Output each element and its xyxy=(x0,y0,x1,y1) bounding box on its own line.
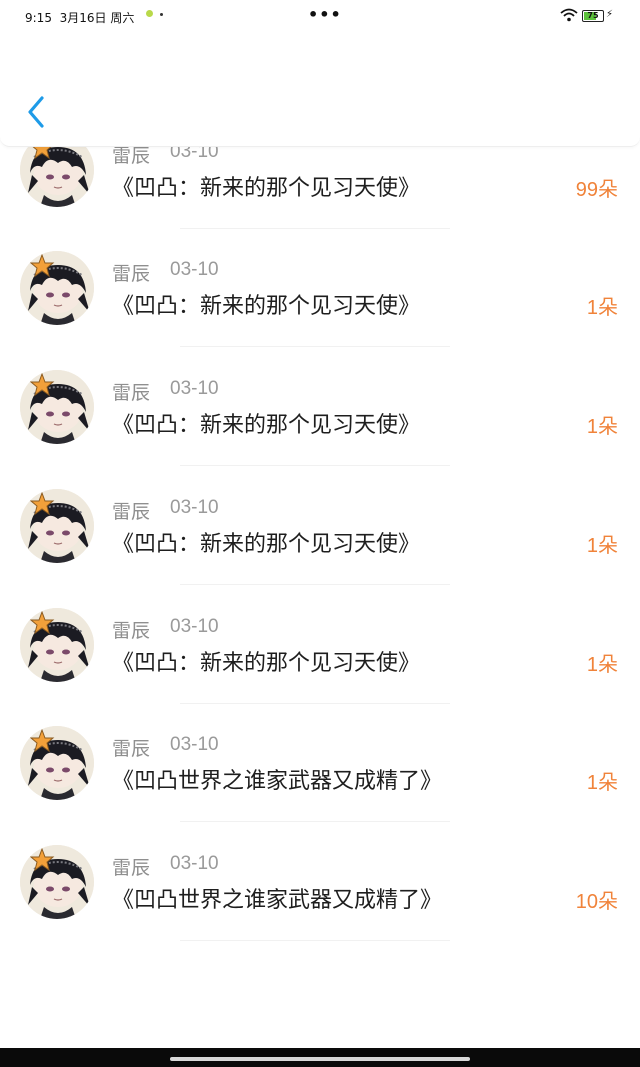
sender-name: 雷辰 xyxy=(112,501,151,523)
sender-name: 雷辰 xyxy=(112,738,151,760)
book-title[interactable]: 《凹凸：新来的那个见习天使》 xyxy=(112,526,420,558)
list-item[interactable]: 雷辰 03-10 《凹凸：新来的那个见习天使》 1朵 xyxy=(0,229,640,347)
avatar[interactable] xyxy=(20,726,94,800)
home-gesture-handle[interactable] xyxy=(170,1057,470,1061)
gift-count: 99朵 xyxy=(576,173,618,202)
row-divider xyxy=(180,940,450,941)
row-divider xyxy=(180,346,450,347)
chevron-left-icon xyxy=(28,96,44,128)
book-title[interactable]: 《凹凸：新来的那个见习天使》 xyxy=(112,645,420,677)
gift-count: 1朵 xyxy=(587,410,618,439)
battery-level: 75 xyxy=(587,11,599,20)
status-bar: 9:15 3月16日 周六 ••• 75 ⚡ xyxy=(0,0,640,32)
row-divider xyxy=(180,584,450,585)
gift-count-value: 1 xyxy=(586,535,598,557)
book-title[interactable]: 《凹凸：新来的那个见习天使》 xyxy=(112,288,420,320)
list-item[interactable]: 雷辰 03-10 《凹凸：新来的那个见习天使》 1朵 xyxy=(0,348,640,466)
send-date: 03-10 xyxy=(170,853,219,874)
gift-count: 1朵 xyxy=(587,766,618,795)
notification-dot-icon xyxy=(146,10,153,17)
send-date: 03-10 xyxy=(170,259,219,280)
sender-name: 雷辰 xyxy=(112,382,151,404)
status-date: 3月16日 周六 xyxy=(59,11,135,25)
gift-count-unit: 朵 xyxy=(598,414,618,438)
gift-count-unit: 朵 xyxy=(598,533,618,557)
gift-count: 1朵 xyxy=(587,291,618,320)
send-date: 03-10 xyxy=(170,734,219,755)
wifi-icon xyxy=(560,8,578,25)
avatar[interactable] xyxy=(20,251,94,325)
gift-count: 1朵 xyxy=(587,648,618,677)
sender-name: 雷辰 xyxy=(112,857,151,879)
list-item[interactable]: 雷辰 03-10 《凹凸世界之谁家武器又成精了》 1朵 xyxy=(0,704,640,822)
gift-count-value: 10 xyxy=(575,891,598,913)
book-title[interactable]: 《凹凸：新来的那个见习天使》 xyxy=(112,407,420,439)
system-navigation-bar xyxy=(0,1048,640,1067)
list-item[interactable]: 雷辰 03-10 《凹凸：新来的那个见习天使》 1朵 xyxy=(0,467,640,585)
gift-count-unit: 朵 xyxy=(598,889,618,913)
gift-count-unit: 朵 xyxy=(598,770,618,794)
send-date: 03-10 xyxy=(170,378,219,399)
avatar[interactable] xyxy=(20,608,94,682)
send-date: 03-10 xyxy=(170,497,219,518)
list-item[interactable]: 雷辰 03-10 《凹凸：新来的那个见习天使》 1朵 xyxy=(0,586,640,704)
gift-count-value: 1 xyxy=(586,772,598,794)
book-title[interactable]: 《凹凸世界之谁家武器又成精了》 xyxy=(112,763,442,795)
book-title[interactable]: 《凹凸：新来的那个见习天使》 xyxy=(112,170,420,202)
send-date: 03-10 xyxy=(170,616,219,637)
gift-count-value: 1 xyxy=(586,297,598,319)
small-dot-icon xyxy=(160,13,163,16)
row-divider xyxy=(180,465,450,466)
gift-count-unit: 朵 xyxy=(598,295,618,319)
sender-name: 雷辰 xyxy=(112,620,151,642)
gift-count: 10朵 xyxy=(576,885,618,914)
more-dots: ••• xyxy=(308,5,342,24)
row-divider xyxy=(180,821,450,822)
top-header xyxy=(0,32,640,147)
gift-count-unit: 朵 xyxy=(598,177,618,201)
gift-count-value: 1 xyxy=(586,416,598,438)
sender-name: 雷辰 xyxy=(112,263,151,285)
gift-count-value: 1 xyxy=(586,654,598,676)
list-item[interactable]: 雷辰 03-10 《凹凸世界之谁家武器又成精了》 10朵 xyxy=(0,823,640,941)
back-button[interactable] xyxy=(22,94,52,130)
gift-count-unit: 朵 xyxy=(598,652,618,676)
avatar[interactable] xyxy=(20,489,94,563)
gift-count: 1朵 xyxy=(587,529,618,558)
charging-bolt-icon: ⚡ xyxy=(606,9,614,20)
book-title[interactable]: 《凹凸世界之谁家武器又成精了》 xyxy=(112,882,442,914)
status-time: 9:15 3月16日 周六 xyxy=(25,11,135,25)
avatar[interactable] xyxy=(20,845,94,919)
avatar[interactable] xyxy=(20,370,94,444)
gift-count-value: 99 xyxy=(575,179,598,201)
battery-icon: 75 xyxy=(582,10,604,22)
